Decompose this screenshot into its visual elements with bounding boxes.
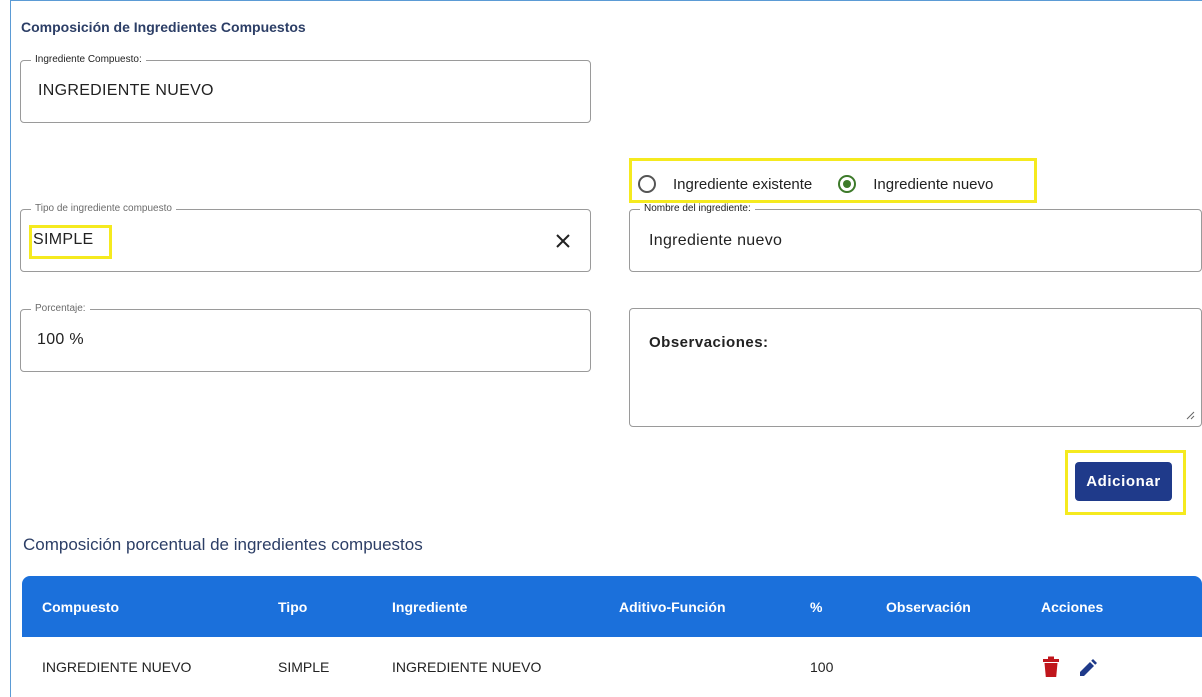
ingredient-name-field[interactable]: Nombre del ingrediente: Ingrediente nuev… [629,203,1202,272]
radio-existing-ingredient[interactable]: Ingrediente existente [638,175,812,193]
compound-ingredient-value: INGREDIENTE NUEVO [38,82,214,99]
percentage-label: Porcentaje: [31,303,90,315]
table-header: Compuesto Tipo Ingrediente Aditivo-Funci… [22,576,1202,637]
cell-tipo: SIMPLE [278,659,330,675]
header-observacion: Observación [886,598,971,615]
radio-checked-icon [838,175,857,193]
cell-porcentaje: 100 [810,659,834,675]
percentage-field[interactable]: Porcentaje: 100 % [20,303,591,372]
percentage-value: 100 % [37,331,84,348]
pencil-icon[interactable] [1077,656,1097,678]
header-tipo: Tipo [278,598,308,615]
ingredient-source-radio-group: Ingrediente existente Ingrediente nuevo [638,170,1019,198]
radio-new-label: Ingrediente nuevo [873,175,994,193]
compound-ingredient-field[interactable]: Ingrediente Compuesto: INGREDIENTE NUEVO [20,54,591,123]
ingredient-name-value: Ingrediente nuevo [649,232,783,249]
table-title: Composición porcentual de ingredientes c… [23,535,423,554]
cell-compuesto: INGREDIENTE NUEVO [42,659,192,675]
radio-new-ingredient[interactable]: Ingrediente nuevo [838,175,993,193]
cell-ingrediente: INGREDIENTE NUEVO [392,659,542,675]
table-row: INGREDIENTE NUEVO SIMPLE INGREDIENTE NUE… [22,637,1202,697]
observations-textarea[interactable]: Observaciones: [629,308,1202,427]
compound-ingredient-label: Ingrediente Compuesto: [31,54,146,66]
section-title: Composición de Ingredientes Compuestos [21,19,306,35]
compound-type-label: Tipo de ingrediente compuesto [31,203,176,215]
observations-label: Observaciones: [649,334,769,351]
header-acciones: Acciones [1041,598,1104,615]
type-value-highlight [29,225,112,259]
radio-unchecked-icon [638,175,656,193]
header-compuesto: Compuesto [42,598,119,615]
header-aditivo-funcion: Aditivo-Función [619,598,726,615]
row-actions [1041,637,1113,697]
trash-icon[interactable] [1041,656,1061,678]
composition-table: Compuesto Tipo Ingrediente Aditivo-Funci… [22,576,1202,697]
clear-icon[interactable] [554,232,572,250]
add-button[interactable]: Adicionar [1075,462,1172,501]
header-porcentaje: % [810,598,823,615]
resize-grip-icon[interactable] [1185,410,1195,420]
header-ingrediente: Ingrediente [392,598,468,615]
ingredient-name-label: Nombre del ingrediente: [640,203,755,215]
radio-existing-label: Ingrediente existente [673,175,813,193]
